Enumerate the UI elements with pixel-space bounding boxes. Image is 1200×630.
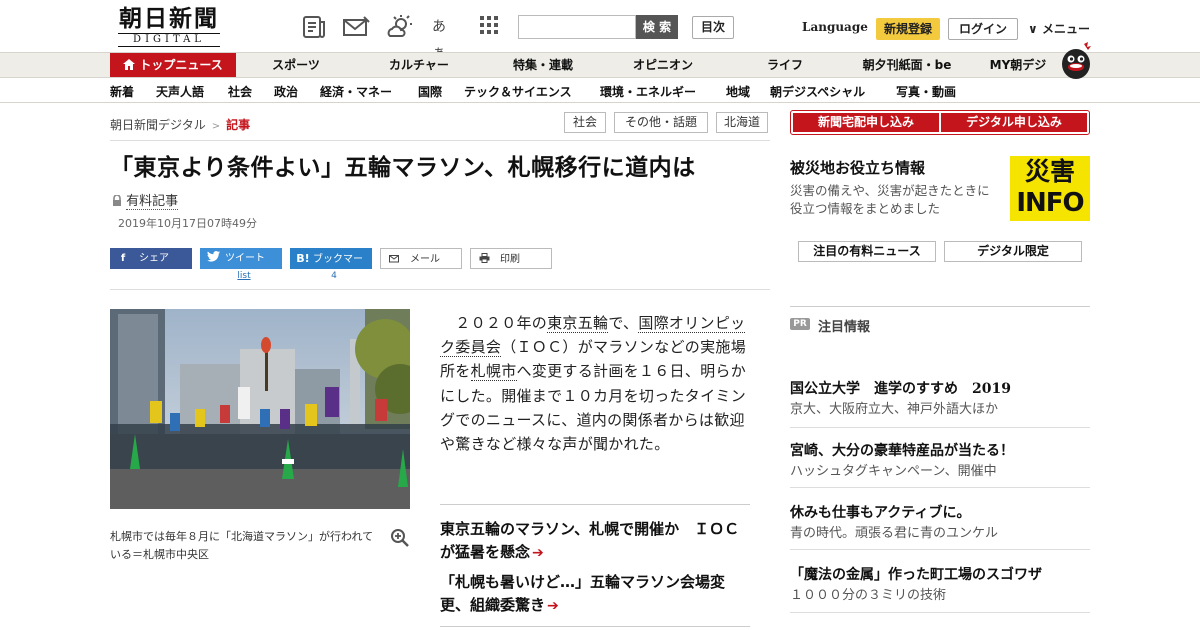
divider [110, 140, 770, 141]
subnav-item-economy[interactable]: 経済・マネー [320, 83, 392, 100]
tab-paid-news[interactable]: 注目の有料ニュース [798, 241, 936, 262]
arrow-right-icon: ➔ [547, 598, 559, 614]
pr-badge: PR [790, 318, 810, 330]
subnav-item-special[interactable]: 朝デジスペシャル [770, 83, 865, 100]
pr-item[interactable]: 休みも仕事もアクティブに。 青の時代。頑張る君に青のユンケル [790, 504, 1090, 550]
arrow-right-icon: ➔ [532, 545, 544, 561]
subnav-item-region[interactable]: 地域 [726, 83, 750, 100]
keyword-link[interactable]: 札幌市 [470, 362, 517, 382]
breadcrumb-home[interactable]: 朝日新聞デジタル [110, 118, 206, 132]
mail-icon[interactable] [342, 14, 370, 40]
logo-text-jp: 朝日新聞 [119, 5, 219, 32]
related-article-link[interactable]: 「札幌も暑いけど…」五輪マラソン会場変更、組織委驚き ➔ [440, 571, 750, 618]
divider [110, 289, 770, 290]
chevron-down-icon: ∨ [1028, 22, 1038, 36]
subnav-item-international[interactable]: 国際 [418, 83, 442, 100]
article-photo[interactable] [110, 309, 410, 509]
disaster-badge-top: 災害 [1024, 157, 1075, 186]
nav-item-sports[interactable]: スポーツ [256, 53, 336, 77]
tag-hokkaido[interactable]: 北海道 [716, 112, 768, 133]
disaster-info-title[interactable]: 被災地お役立ち情報 [790, 157, 925, 178]
menu-label: メニュー [1041, 22, 1090, 36]
twitter-share-button[interactable]: ツイート [200, 248, 282, 269]
subnav-item-tensei-jingo[interactable]: 天声人語 [156, 83, 204, 100]
mascot-icon[interactable] [1058, 42, 1094, 80]
search-button[interactable]: 検 索 [636, 15, 678, 39]
lock-icon [112, 194, 126, 209]
tab-digital-only[interactable]: デジタル限定 [944, 241, 1082, 262]
main-nav: トップニュース スポーツ カルチャー 特集・連載 オピニオン ライフ 朝夕刊紙面… [0, 52, 1200, 78]
keyword-link[interactable]: 東京五輪 [547, 314, 609, 333]
breadcrumb-separator: > [211, 121, 221, 132]
site-logo[interactable]: 朝日新聞 DIGITAL [110, 6, 228, 48]
facebook-share-button[interactable]: f シェア [110, 248, 192, 269]
breadcrumb-current: 記事 [226, 118, 251, 132]
print-button[interactable]: 印刷 [470, 248, 552, 269]
nav-item-features[interactable]: 特集・連載 [496, 53, 590, 77]
subnav-item-society[interactable]: 社会 [228, 83, 252, 100]
paid-article-text: 有料記事 [126, 194, 179, 210]
register-button[interactable]: 新規登録 [876, 18, 940, 40]
logo-text-en: DIGITAL [118, 33, 220, 47]
zoom-in-icon[interactable] [390, 528, 410, 548]
weather-icon[interactable] [386, 14, 412, 40]
login-button[interactable]: ログイン [948, 18, 1018, 40]
sub-nav: 新着 天声人語 社会 政治 経済・マネー 国際 テック＆サイエンス 環境・エネル… [0, 79, 1200, 103]
menu-button[interactable]: ∨ メニュー [1028, 20, 1090, 37]
publish-date: 2019年10月17日07時49分 [118, 217, 257, 230]
photo-caption: 札幌市では毎年８月に「北海道マラソン」が行われている＝札幌市中央区 [110, 530, 374, 561]
index-button[interactable]: 目次 [692, 16, 734, 39]
related-articles: 東京五輪のマラソン、札幌で開催か ＩＯＣが猛暑を懸念 ➔ 「札幌も暑いけど…」五輪… [440, 504, 750, 618]
nav-item-label: トップニュース [139, 58, 223, 72]
article-body: ２０２０年の東京五輪で、国際オリンピック委員会（ＩＯＣ）がマラソンなどの実施場所… [440, 314, 747, 454]
subnav-item-politics[interactable]: 政治 [274, 83, 298, 100]
paid-article-label[interactable]: 有料記事 [112, 190, 179, 210]
mail-share-button[interactable]: メール [380, 248, 462, 269]
tag-misc-topics[interactable]: その他・話題 [614, 112, 708, 133]
breadcrumb: 朝日新聞デジタル > 記事 [110, 116, 250, 133]
subnav-item-photo-video[interactable]: 写真・動画 [896, 83, 956, 100]
twitter-count[interactable]: list [203, 271, 285, 281]
tag-society[interactable]: 社会 [564, 112, 606, 133]
subnav-item-environment[interactable]: 環境・エネルギー [600, 83, 696, 100]
newspaper-icon[interactable] [302, 14, 328, 40]
nav-item-opinion[interactable]: オピニオン [616, 53, 710, 77]
mail-icon [384, 249, 404, 270]
nav-item-paper[interactable]: 朝夕刊紙面・be [852, 53, 962, 77]
printer-icon [474, 249, 494, 270]
subnav-item-tech-science[interactable]: テック＆サイエンス [464, 83, 572, 100]
hatena-icon: B! [296, 252, 310, 265]
pr-section-title: 注目情報 [818, 320, 871, 335]
digital-subscribe-button[interactable]: デジタル申し込み [941, 113, 1087, 132]
related-article-link[interactable]: 東京五輪のマラソン、札幌で開催か ＩＯＣが猛暑を懸念 ➔ [440, 518, 750, 565]
article-headline: 「東京より条件よい」五輪マラソン、札幌移行に道内は [110, 155, 696, 181]
disaster-badge-bottom: INFO [1016, 188, 1084, 218]
grid-icon[interactable] [478, 14, 504, 40]
hatena-count: 4 [331, 271, 337, 281]
nav-item-top-news[interactable]: トップニュース [110, 53, 236, 77]
home-icon [123, 58, 139, 72]
language-link[interactable]: Language [802, 20, 868, 34]
font-size-icon[interactable]: あぁ [432, 14, 458, 61]
pr-item[interactable]: 「魔法の金属」作った町工場のスゴワザ １０００分の３ミリの技術 [790, 566, 1090, 613]
site-header: 朝日新聞 DIGITAL あぁ [0, 0, 1200, 61]
subscribe-box: 新聞宅配申し込み デジタル申し込み [790, 110, 1090, 135]
search-input[interactable] [518, 15, 636, 39]
disaster-info-desc: 災害の備えや、災害が起きたときに役立つ情報をまとめました [790, 183, 990, 216]
twitter-icon [203, 248, 223, 269]
nav-item-culture[interactable]: カルチャー [372, 53, 466, 77]
nav-item-my-asadigi[interactable]: MY朝デジ [982, 53, 1054, 77]
divider [440, 626, 750, 627]
divider [790, 306, 1090, 307]
pr-item[interactable]: 国公立大学 進学のすすめ 2019 京大、大阪府立大、神戸外語大ほか [790, 380, 1090, 428]
pr-item[interactable]: 宮崎、大分の豪華特産品が当たる！ ハッシュタグキャンペーン、開催中 [790, 442, 1090, 488]
nav-item-life[interactable]: ライフ [746, 53, 824, 77]
disaster-info-badge[interactable]: 災害 INFO [1010, 156, 1090, 221]
hatena-bookmark-button[interactable]: B! ブックマーク [290, 248, 372, 286]
subnav-item-latest[interactable]: 新着 [110, 83, 134, 100]
newspaper-subscribe-button[interactable]: 新聞宅配申し込み [793, 113, 939, 132]
facebook-icon: f [120, 253, 126, 264]
